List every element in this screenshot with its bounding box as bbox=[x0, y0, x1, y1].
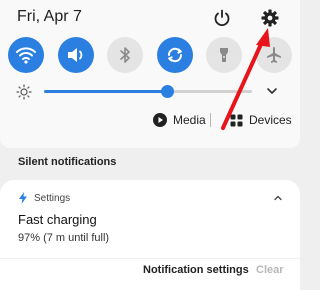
brightness-slider-thumb[interactable] bbox=[160, 85, 174, 98]
media-label: Media bbox=[173, 113, 206, 127]
gear-icon[interactable] bbox=[260, 8, 280, 28]
devices-grid-icon bbox=[230, 114, 243, 126]
lightning-icon bbox=[19, 192, 27, 204]
brightness-slider-fill bbox=[44, 90, 167, 93]
notification-settings-button[interactable]: Notification settings bbox=[143, 264, 249, 276]
quick-settings-panel: Fri, Apr 7 Media Devices bbox=[0, 0, 300, 148]
power-icon[interactable] bbox=[212, 8, 232, 28]
media-button[interactable]: Media bbox=[153, 113, 206, 127]
chevron-down-icon[interactable] bbox=[265, 84, 279, 98]
wifi-toggle[interactable] bbox=[8, 37, 44, 73]
sound-toggle[interactable] bbox=[58, 37, 94, 73]
chevron-up-icon[interactable] bbox=[272, 192, 284, 204]
auto-rotate-icon bbox=[167, 47, 183, 63]
media-divider bbox=[210, 113, 211, 127]
clear-button[interactable]: Clear bbox=[256, 264, 284, 276]
date-label: Fri, Apr 7 bbox=[17, 8, 82, 25]
auto-rotate-toggle[interactable] bbox=[157, 37, 193, 73]
notification-app-name: Settings bbox=[34, 192, 71, 204]
devices-label: Devices bbox=[249, 113, 292, 127]
flashlight-icon bbox=[220, 48, 228, 62]
card-divider bbox=[0, 258, 300, 259]
play-icon bbox=[153, 113, 167, 127]
bluetooth-toggle[interactable] bbox=[107, 37, 143, 73]
airplane-mode-icon bbox=[267, 47, 281, 63]
flashlight-toggle[interactable] bbox=[206, 37, 242, 73]
notification-title: Fast charging bbox=[18, 212, 97, 227]
airplane-mode-toggle[interactable] bbox=[256, 37, 292, 73]
bluetooth-icon bbox=[120, 47, 130, 63]
devices-button[interactable]: Devices bbox=[230, 113, 292, 127]
brightness-slider[interactable] bbox=[44, 85, 252, 98]
sound-icon bbox=[68, 48, 83, 62]
brightness-icon bbox=[16, 84, 32, 100]
notification-app-row: Settings bbox=[18, 192, 70, 204]
notification-text: 97% (7 m until full) bbox=[18, 232, 110, 244]
notification-card[interactable]: Settings Fast charging 97% (7 m until fu… bbox=[0, 180, 300, 290]
wifi-icon bbox=[16, 47, 36, 64]
silent-notifications-header: Silent notifications bbox=[18, 156, 117, 168]
